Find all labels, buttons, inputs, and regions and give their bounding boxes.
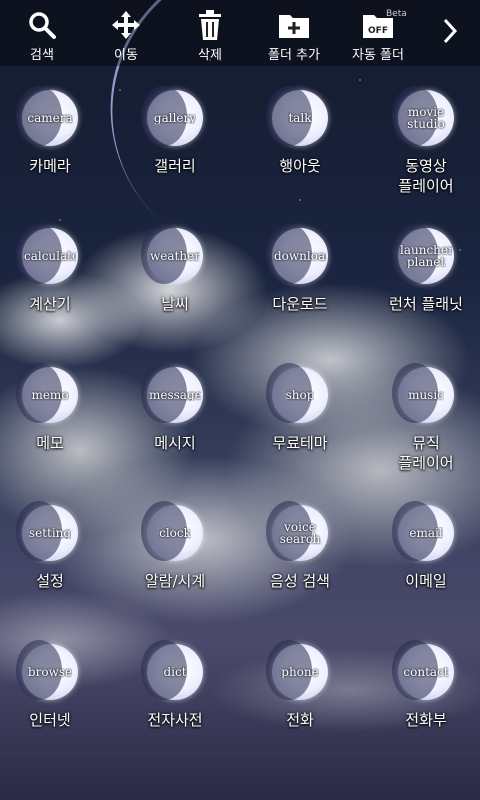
app-label: 음성 검색 [270,572,330,590]
moon-app-icon: message [141,363,203,423]
app-icon-text: shop [285,389,315,401]
app-icon-text: clock [159,527,191,539]
delete-label: 삭제 [198,48,222,63]
app-icon-text: setting [28,527,72,539]
app-setting[interactable]: setting 설정 [0,501,105,591]
app-label: 런처 플래닛 [389,295,463,313]
app-icon-text: email [409,527,443,539]
move-icon [109,8,143,42]
app-label: 뮤직 플레이어 [398,434,454,472]
app-shop[interactable]: shop 무료테마 [245,363,355,453]
app-label: 행아웃 [279,157,321,175]
app-label: 알람/시계 [144,572,206,590]
moon-app-icon: phone [266,640,328,700]
app-music[interactable]: music 뮤직 플레이어 [371,363,480,473]
search-label: 검색 [30,48,54,63]
moon-app-icon: calculator [16,224,78,284]
moon-app-icon: shop [266,363,328,423]
moon-app-icon: download [266,224,328,284]
auto-folder-label: 자동 폴더 [352,48,404,63]
moon-app-icon: clock [141,501,203,561]
app-calculator[interactable]: calculator 계산기 [0,224,105,314]
app-weather[interactable]: weather 날씨 [120,224,230,314]
app-label: 전화 [286,711,314,729]
beta-badge: Beta [386,9,407,19]
app-label: 전자사전 [147,711,203,729]
app-clock[interactable]: clock 알람/시계 [120,501,230,591]
app-icon-text: dict [163,666,187,678]
app-label: 메모 [36,434,64,452]
app-icon-text: camera [27,112,73,124]
app-icon-text: gallery [153,112,197,124]
trash-icon [193,8,227,42]
moon-app-icon: weather [141,224,203,284]
moon-app-icon: setting [16,501,78,561]
app-label: 갤러리 [154,157,196,175]
app-camera[interactable]: camera 카메라 [0,86,105,176]
app-icon-text: movie studio [407,106,445,130]
moon-app-icon: contact [392,640,454,700]
app-movie-studio[interactable]: movie studio 동영상 플레이어 [371,86,480,196]
app-label: 설정 [36,572,64,590]
app-dict[interactable]: dict 전자사전 [120,640,230,730]
auto-folder-button[interactable]: Beta OFF 자동 폴더 [336,0,420,66]
app-label: 전화부 [405,711,447,729]
move-label: 이동 [114,48,138,63]
app-icon-text: music [408,389,444,401]
app-browse[interactable]: browse 인터넷 [0,640,105,730]
app-voice-search[interactable]: voice search 음성 검색 [245,501,355,591]
app-label: 다운로드 [272,295,328,313]
app-launcher-planet[interactable]: launcher planet 런처 플래닛 [371,224,480,314]
app-label: 동영상 플레이어 [398,157,454,195]
moon-app-icon: voice search [266,501,328,561]
search-icon [25,8,59,42]
app-message[interactable]: message 메시지 [120,363,230,453]
app-icon-text: contact [403,666,449,678]
app-label: 메시지 [154,434,196,452]
app-label: 이메일 [405,572,447,590]
app-talk[interactable]: talk 행아웃 [245,86,355,176]
app-label: 카메라 [29,157,71,175]
app-email[interactable]: email 이메일 [371,501,480,591]
app-icon-text: browse [27,666,73,678]
moon-app-icon: talk [266,86,328,146]
moon-app-icon: music [392,363,454,423]
app-icon-text: launcher planet [400,244,452,268]
moon-app-icon: gallery [141,86,203,146]
app-icon-text: voice search [279,521,321,545]
moon-app-icon: movie studio [392,86,454,146]
add-folder-label: 폴더 추가 [268,48,320,63]
moon-app-icon: email [392,501,454,561]
moon-app-icon: dict [141,640,203,700]
app-icon-text: phone [281,666,319,678]
app-label: 인터넷 [29,711,71,729]
moon-app-icon: memo [16,363,78,423]
app-icon-text: calculator [24,250,76,262]
app-icon-text: talk [288,112,312,124]
app-label: 무료테마 [272,434,328,452]
app-label: 날씨 [161,295,189,313]
folder-add-icon [277,8,311,42]
edit-toolbar: 검색 이동 삭제 폴더 추가 Beta OFF 자동 폴더 [0,0,480,66]
app-icon-text: weather [150,250,200,262]
move-button[interactable]: 이동 [84,0,168,66]
app-gallery[interactable]: gallery 갤러리 [120,86,230,176]
app-phone[interactable]: phone 전화 [245,640,355,730]
app-icon-text: message [149,389,201,401]
app-download[interactable]: download 다운로드 [245,224,355,314]
delete-button[interactable]: 삭제 [168,0,252,66]
more-button[interactable] [420,0,480,66]
moon-app-icon: browse [16,640,78,700]
moon-app-icon: camera [16,86,78,146]
off-text: OFF [368,26,388,36]
app-icon-text: memo [31,389,69,401]
app-icon-text: download [274,250,326,262]
chevron-right-icon [442,18,458,48]
moon-app-icon: launcher planet [392,224,454,284]
app-memo[interactable]: memo 메모 [0,363,105,453]
app-label: 계산기 [29,295,71,313]
search-button[interactable]: 검색 [0,0,84,66]
app-contact[interactable]: contact 전화부 [371,640,480,730]
add-folder-button[interactable]: 폴더 추가 [252,0,336,66]
